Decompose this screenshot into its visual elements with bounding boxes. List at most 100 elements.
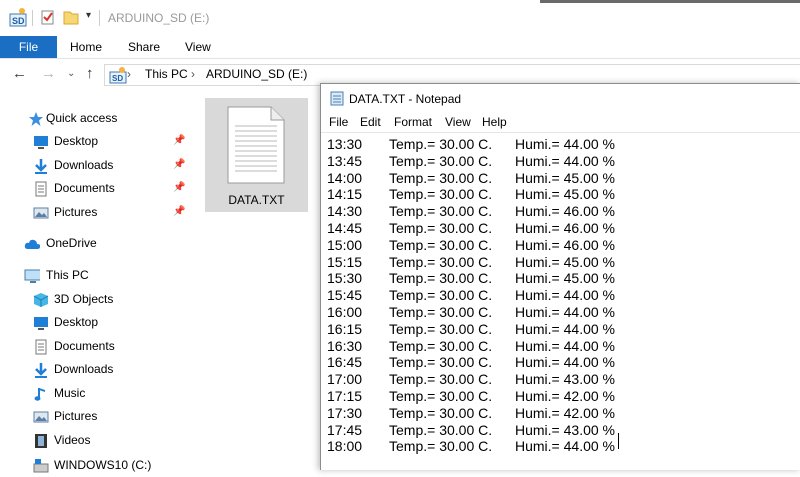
- sidebar-item-desktop[interactable]: Desktop: [0, 312, 200, 334]
- notepad-menubar: File Edit Format View Help: [321, 112, 800, 132]
- temperature-value: Temp.= 30.00 C.: [389, 270, 493, 287]
- sidebar-item-documents[interactable]: Documents: [0, 336, 200, 358]
- time-value: 16:30: [327, 337, 363, 354]
- notepad-title: DATA.TXT - Notepad: [349, 92, 462, 106]
- svg-text:SD: SD: [12, 16, 25, 26]
- menu-edit[interactable]: Edit: [360, 115, 381, 129]
- temperature-value: Temp.= 30.00 C.: [389, 253, 493, 270]
- temperature-value: Temp.= 30.00 C.: [389, 169, 493, 186]
- tab-home[interactable]: Home: [70, 36, 102, 58]
- sidebar-item-label: OneDrive: [46, 236, 97, 250]
- notepad-text-area[interactable]: 13:30 Temp.= 30.00 C. Humi.= 44.00 % 13:45 T…: [321, 132, 800, 471]
- recent-locations-icon[interactable]: ⌄: [67, 68, 75, 79]
- humidity-value: Humi.= 42.00 %: [515, 388, 615, 404]
- temperature-value: Temp.= 30.00 C.: [389, 136, 493, 152]
- back-arrow-icon[interactable]: ←: [12, 65, 27, 82]
- sidebar-item-downloads[interactable]: Downloads 📌: [0, 155, 200, 177]
- time-value: 14:45: [327, 220, 363, 236]
- download-icon: [35, 363, 47, 378]
- star-icon: [29, 112, 43, 126]
- sidebar-item-label: Videos: [54, 433, 91, 447]
- temperature-value: Temp.= 30.00 C.: [389, 388, 493, 404]
- pin-icon[interactable]: 📌: [173, 159, 185, 170]
- humidity-value: Humi.= 44.00 %: [515, 304, 615, 320]
- humidity-value: Humi.= 44.00 %: [515, 287, 615, 304]
- time-value: 14:00: [327, 169, 363, 186]
- sidebar-item-this-pc[interactable]: This PC: [0, 265, 200, 287]
- forward-arrow-icon[interactable]: →: [41, 65, 56, 82]
- sidebar-item-label: Documents: [54, 339, 115, 353]
- time-value: 17:30: [327, 404, 363, 421]
- qa-divider: [99, 10, 100, 26]
- window-top-edge: [540, 0, 800, 3]
- temperature-value: Temp.= 30.00 C.: [389, 438, 493, 455]
- properties-icon[interactable]: [40, 8, 56, 26]
- sidebar-item-pictures[interactable]: Pictures: [0, 406, 200, 428]
- sidebar-item-label: This PC: [46, 268, 89, 282]
- time-value: 16:45: [327, 354, 363, 371]
- sidebar-item-label: 3D Objects: [54, 292, 114, 306]
- temperature-value: Temp.= 30.00 C.: [389, 287, 493, 304]
- tab-file[interactable]: File: [0, 36, 57, 58]
- temperature-value: Temp.= 30.00 C.: [389, 371, 493, 388]
- sidebar-item-windows-drive[interactable]: WINDOWS10 (C:): [0, 455, 200, 477]
- sidebar-item-label: Downloads: [54, 362, 114, 376]
- sd-drive-icon: SD: [109, 67, 127, 84]
- file-item-data-txt[interactable]: DATA.TXT: [205, 98, 308, 212]
- pictures-icon: [33, 411, 49, 423]
- sidebar-item-onedrive[interactable]: OneDrive: [0, 233, 200, 255]
- notepad-icon: [330, 91, 344, 106]
- sidebar-item-quick-access[interactable]: Quick access: [0, 108, 200, 130]
- time-value: 14:15: [327, 186, 363, 203]
- download-icon: [35, 159, 47, 174]
- menu-help[interactable]: Help: [482, 115, 507, 129]
- temperature-value: Temp.= 30.00 C.: [389, 404, 493, 421]
- sidebar-item-music[interactable]: Music: [0, 383, 200, 405]
- sidebar-item-pictures[interactable]: Pictures 📌: [0, 202, 200, 224]
- humidity-value: Humi.= 46.00 %: [515, 236, 615, 253]
- breadcrumb-drive[interactable]: ARDUINO_SD (E:): [206, 67, 307, 81]
- humidity-value: Humi.= 44.00 %: [515, 320, 615, 337]
- time-value: 15:15: [327, 253, 363, 270]
- navigation-pane: Quick access Desktop 📌 Downloads 📌 Docum…: [0, 100, 200, 473]
- breadcrumb-this-pc[interactable]: This PC: [145, 67, 188, 81]
- sidebar-item-documents[interactable]: Documents 📌: [0, 178, 200, 200]
- qa-customize-icon[interactable]: ▾: [86, 10, 91, 21]
- humidity-value: Humi.= 45.00 %: [515, 253, 615, 270]
- tab-view[interactable]: View: [185, 36, 211, 58]
- time-value: 16:15: [327, 320, 363, 337]
- pin-icon[interactable]: 📌: [173, 182, 185, 193]
- pin-icon[interactable]: 📌: [173, 206, 185, 217]
- text-file-icon: [227, 106, 285, 184]
- temperature-value: Temp.= 30.00 C.: [389, 203, 493, 220]
- desktop-icon: [34, 317, 48, 330]
- temperature-value: Temp.= 30.00 C.: [389, 337, 493, 354]
- sidebar-item-label: Pictures: [54, 205, 98, 219]
- time-value: 14:30: [327, 203, 363, 220]
- breadcrumb-separator-icon: ›: [127, 67, 131, 81]
- up-arrow-icon[interactable]: ↑: [86, 65, 94, 82]
- pin-icon[interactable]: 📌: [173, 135, 185, 146]
- temperature-value: Temp.= 30.00 C.: [389, 186, 493, 203]
- tab-share[interactable]: Share: [128, 36, 160, 58]
- documents-icon: [35, 181, 47, 197]
- time-value: 15:45: [327, 287, 363, 304]
- sidebar-item-label: Desktop: [54, 315, 99, 329]
- menu-file[interactable]: File: [329, 115, 348, 129]
- temperature-value: Temp.= 30.00 C.: [389, 220, 493, 236]
- humidity-value: Humi.= 44.00 %: [515, 152, 615, 169]
- sidebar-item-downloads[interactable]: Downloads: [0, 359, 200, 381]
- humidity-value: Humi.= 46.00 %: [515, 220, 615, 236]
- new-folder-icon[interactable]: [63, 8, 79, 26]
- breadcrumb-separator-icon: ›: [191, 67, 195, 81]
- sidebar-item-3d-objects[interactable]: 3D Objects: [0, 289, 200, 311]
- sidebar-item-desktop[interactable]: Desktop 📌: [0, 131, 200, 153]
- menu-view[interactable]: View: [445, 115, 471, 129]
- explorer-titlebar: SD ▾ ARDUINO_SD (E:): [0, 0, 800, 36]
- menu-format[interactable]: Format: [394, 115, 432, 129]
- temperature-value: Temp.= 30.00 C.: [389, 320, 493, 337]
- sidebar-item-videos[interactable]: Videos: [0, 430, 200, 452]
- humidity-value: Humi.= 43.00 %: [515, 371, 615, 388]
- notepad-window: DATA.TXT - Notepad File Edit Format View…: [320, 83, 800, 470]
- pictures-icon: [33, 207, 49, 219]
